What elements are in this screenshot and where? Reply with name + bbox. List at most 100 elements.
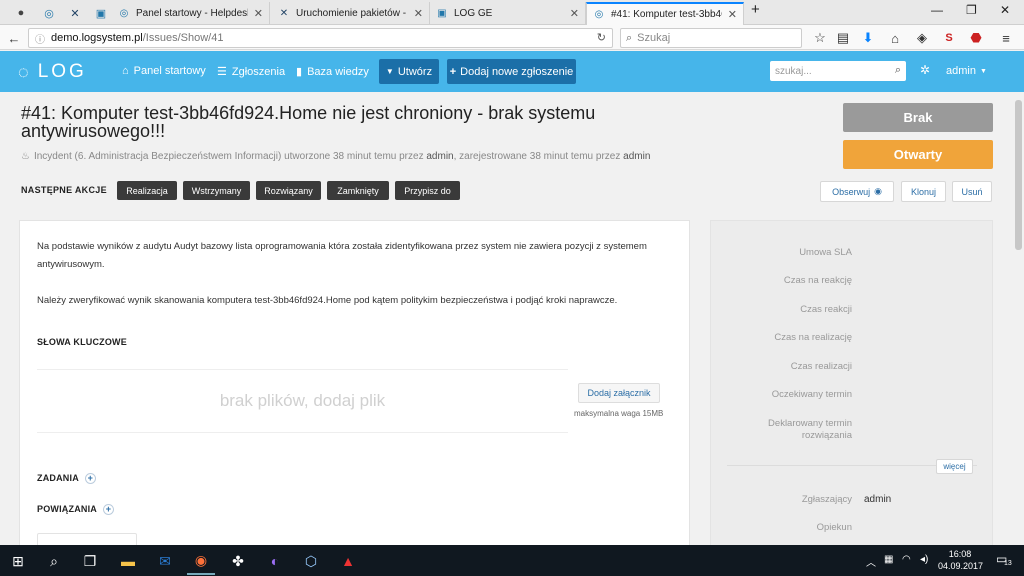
browser-search-input[interactable]: ⌕ Szukaj — [620, 28, 802, 48]
close-icon[interactable]: ✕ — [254, 7, 263, 20]
virtualbox-icon[interactable]: ⬡ — [297, 547, 325, 575]
new-tab-button[interactable]: + — [751, 1, 760, 18]
meta-user[interactable]: admin — [426, 151, 453, 162]
action-realizacja-button[interactable]: Realizacja — [117, 181, 177, 200]
minimize-button[interactable]: — — [931, 3, 943, 17]
add-attachment-button[interactable]: Dodaj załącznik — [578, 383, 660, 403]
tasks-label: ZADANIA — [37, 473, 79, 483]
meta-user[interactable]: admin — [623, 151, 650, 162]
user-menu[interactable]: admin ▼ — [946, 65, 987, 77]
status-badge[interactable]: Otwarty — [843, 140, 993, 169]
log-swirl-icon: ◎ — [44, 7, 54, 20]
tab-uruchomienie[interactable]: ✕ Uruchomienie pakietów - D ✕ — [272, 2, 430, 25]
more-button[interactable]: więcej — [936, 459, 973, 474]
description-line: antywirusowym. — [37, 259, 105, 270]
action-rozwiazany-button[interactable]: Rozwiązany — [256, 181, 321, 200]
logo-text: LOG — [37, 61, 87, 82]
menu-icon[interactable]: ≡ — [996, 28, 1016, 48]
file-explorer-icon[interactable]: ▬ — [114, 547, 142, 575]
create-dropdown-button[interactable]: ▼ Utwórz — [379, 59, 439, 84]
settings-icon[interactable]: ✲ — [920, 63, 930, 77]
reaction-deadline-label: Czas na reakcję — [783, 275, 852, 286]
search-icon[interactable]: ⌕ — [895, 64, 901, 77]
url-bar[interactable]: ⓘ demo.logsystem.pl/Issues/Show/41 ↻ — [28, 28, 613, 48]
windows-start-icon[interactable]: ⊞ — [4, 547, 32, 575]
priority-badge[interactable]: Brak — [843, 103, 993, 132]
firefox-icon[interactable]: ◉ — [187, 547, 215, 575]
download-icon[interactable]: ⬇ — [858, 28, 878, 48]
action-przypisz-button[interactable]: Przypisz do — [395, 181, 460, 200]
network-icon[interactable]: ▦ — [884, 554, 893, 565]
clock-time: 16:08 — [948, 549, 972, 559]
bookmark-star-icon[interactable]: ☆ — [810, 28, 830, 48]
page-scrollbar[interactable] — [1013, 92, 1024, 545]
slack-icon[interactable]: ✤ — [224, 547, 252, 575]
x-app-icon: ✕ — [279, 8, 289, 19]
reporter-label: Zgłaszający — [801, 494, 852, 505]
taskbar-clock[interactable]: 16:08 04.09.2017 — [938, 548, 983, 572]
reading-list-icon[interactable]: ▤ — [833, 28, 853, 48]
outlook-icon[interactable]: ✉ — [151, 547, 179, 575]
close-icon[interactable]: ✕ — [570, 7, 579, 20]
plus-icon: + — [449, 65, 457, 78]
observe-button[interactable]: Obserwuj ◉ — [820, 181, 894, 202]
volume-icon[interactable]: ◂) — [920, 554, 928, 565]
caret-down-icon: ▼ — [979, 67, 987, 75]
relations-label: POWIĄZANIA — [37, 504, 97, 514]
close-icon[interactable]: ✕ — [414, 7, 423, 20]
action-zamkniety-button[interactable]: Zamknięty — [327, 181, 389, 200]
nav-baza-wiedzy[interactable]: ▮ Baza wiedzy — [296, 65, 369, 79]
tab-log-ge[interactable]: ▣ LOG GE ✕ — [430, 2, 586, 25]
notification-count: 13 — [1004, 560, 1012, 567]
page-title: #41: Komputer test-3bb46fd924.Home nie j… — [21, 104, 821, 140]
pinned-tab[interactable]: ▣ — [88, 3, 114, 23]
delete-button[interactable]: Usuń — [952, 181, 992, 202]
add-task-icon[interactable]: + — [84, 473, 96, 485]
media-app-icon[interactable]: ◐ — [261, 547, 289, 575]
adblock-icon[interactable]: ⬣ — [966, 28, 986, 48]
back-button[interactable]: ← — [4, 28, 24, 48]
extension-icon[interactable]: S — [939, 28, 959, 48]
tasks-section: ZADANIA + — [37, 473, 96, 485]
maximize-button[interactable]: ❐ — [966, 3, 977, 17]
nav-zgloszenia[interactable]: ☰ Zgłoszenia — [217, 65, 285, 79]
home-icon[interactable]: ⌂ — [885, 28, 905, 48]
sla-label: Umowa SLA — [799, 247, 852, 258]
show-hidden-icons-icon[interactable]: ︿ — [866, 554, 876, 569]
attachment-dropzone[interactable]: brak plików, dodaj plik — [37, 369, 568, 433]
logo[interactable]: ◌ LOG — [18, 60, 87, 84]
nav-panel-startowy[interactable]: ⌂ Panel startowy — [122, 65, 206, 77]
pinned-tab[interactable]: ● — [8, 3, 34, 23]
max-weight-note: maksymalna waga 15MB — [574, 409, 664, 418]
tab-issue-41[interactable]: ◎ #41: Komputer test-3bb46fd ✕ — [586, 2, 744, 25]
reaction-time-label: Czas reakcji — [800, 304, 852, 315]
pinned-tab[interactable]: ◎ — [36, 3, 62, 23]
resolution-deadline-label: Czas na realizację — [774, 332, 852, 343]
wifi-icon[interactable]: ◠ — [902, 554, 911, 565]
pinned-tab-icon: ● — [17, 7, 25, 19]
search-icon[interactable]: ⌕ — [40, 547, 68, 575]
pinned-tab[interactable]: ✕ — [62, 3, 88, 23]
acrobat-icon[interactable]: ▲ — [334, 547, 362, 575]
relations-section: POWIĄZANIA + — [37, 504, 114, 516]
close-window-button[interactable]: ✕ — [1000, 3, 1010, 17]
url-host: demo.logsystem.pl — [51, 32, 143, 44]
document-icon: ▮ — [296, 66, 303, 78]
add-issue-button[interactable]: + Dodaj nowe zgłoszenie — [447, 59, 576, 84]
action-wstrzymany-button[interactable]: Wstrzymany — [183, 181, 250, 200]
add-relation-icon[interactable]: + — [103, 504, 114, 516]
tab-panel-startowy[interactable]: ◎ Panel startowy - Helpdesk ✕ — [112, 2, 270, 25]
task-view-icon[interactable]: ❐ — [76, 547, 104, 575]
close-icon[interactable]: ✕ — [728, 8, 737, 21]
tab-title: LOG GE — [454, 8, 493, 19]
browser-nav-bar: ← ⓘ demo.logsystem.pl/Issues/Show/41 ↻ ⌕… — [0, 25, 1024, 50]
reload-icon[interactable]: ↻ — [597, 31, 606, 44]
scrollbar-thumb[interactable] — [1015, 100, 1022, 250]
flame-icon: ♨ — [21, 151, 30, 162]
app-search-input[interactable]: szukaj... ⌕ — [770, 61, 906, 81]
clone-button[interactable]: Klonuj — [901, 181, 946, 202]
issue-description: Na podstawie wyników z audytu Audyt bazo… — [37, 238, 647, 274]
tab-title: Uruchomienie pakietów - D — [296, 8, 408, 19]
pocket-icon[interactable]: ◈ — [912, 28, 932, 48]
search-icon: ⌕ — [626, 31, 633, 44]
